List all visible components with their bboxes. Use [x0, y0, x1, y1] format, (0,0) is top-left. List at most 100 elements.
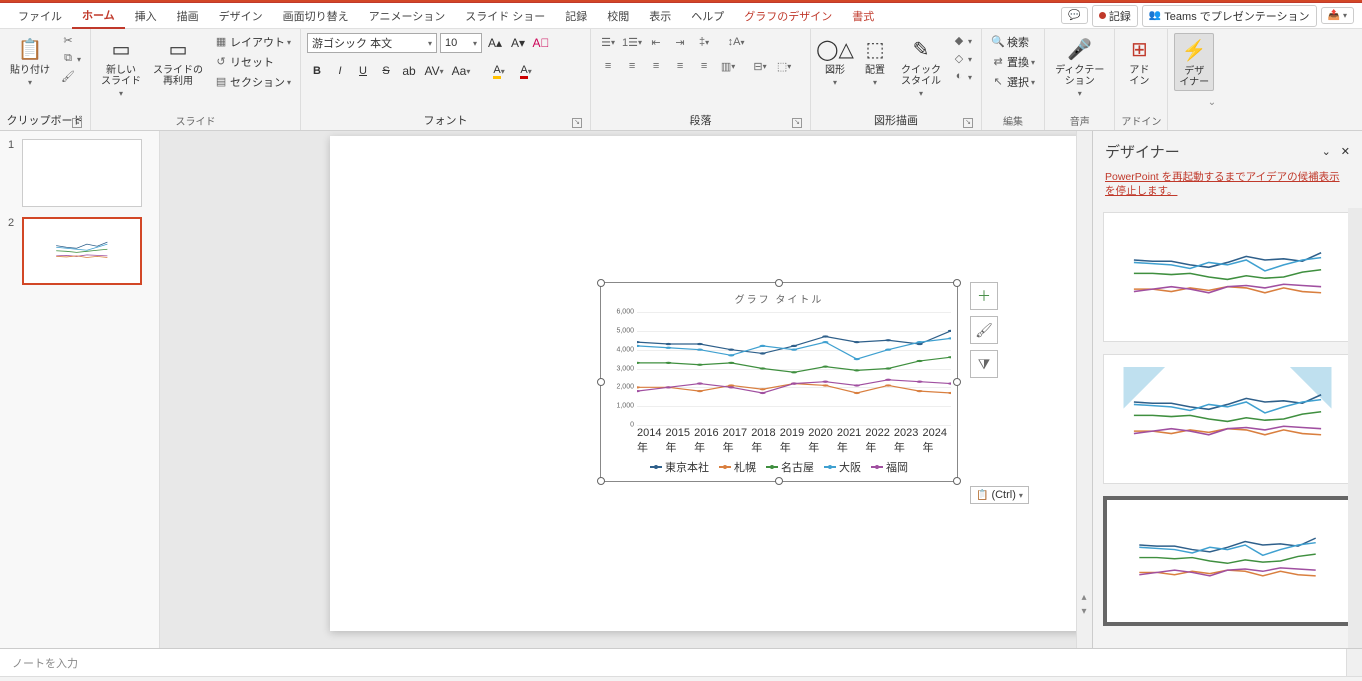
resize-handle[interactable]: [597, 279, 605, 287]
replace-button[interactable]: ⇄置換▾: [988, 53, 1038, 71]
tab-draw[interactable]: 描画: [167, 4, 209, 28]
char-spacing-button[interactable]: AV▾: [422, 61, 446, 81]
resize-handle[interactable]: [953, 477, 961, 485]
indent-dec-button[interactable]: ⇤: [645, 33, 667, 51]
numbering-button[interactable]: 1☰▾: [621, 33, 643, 51]
slide[interactable]: グラフ タイトル 01,0002,0003,0004,0005,0006,000…: [330, 136, 1092, 631]
notes-scrollbar[interactable]: [1346, 649, 1362, 676]
change-case-button[interactable]: Aa▾: [449, 61, 473, 81]
tab-animation[interactable]: アニメーション: [359, 4, 456, 28]
find-button[interactable]: 🔍検索: [988, 33, 1038, 51]
dialog-launcher-icon[interactable]: ↘: [963, 118, 973, 128]
paste-options-button[interactable]: 📋 (Ctrl) ▾: [970, 486, 1029, 504]
distribute-button[interactable]: ≡: [693, 57, 715, 75]
align-text-button[interactable]: ⊟▾: [749, 57, 771, 75]
dictate-button[interactable]: 🎤ディクテー ション▾: [1051, 33, 1108, 100]
smartart-button[interactable]: ⬚▾: [773, 57, 795, 75]
bold-button[interactable]: B: [307, 61, 327, 81]
tab-insert[interactable]: 挿入: [125, 4, 167, 28]
strike-button[interactable]: S: [376, 61, 396, 81]
shape-outline-button[interactable]: ◇▾: [949, 51, 975, 67]
slide-thumb-1[interactable]: [22, 139, 142, 207]
indent-inc-button[interactable]: ⇥: [669, 33, 691, 51]
tab-review[interactable]: 校閲: [597, 4, 639, 28]
chart-elements-button[interactable]: ＋: [970, 282, 998, 310]
tab-home[interactable]: ホーム: [72, 3, 125, 29]
columns-button[interactable]: ▥▾: [717, 57, 739, 75]
record-button[interactable]: 記録: [1092, 5, 1138, 27]
chart-title[interactable]: グラフ タイトル: [607, 289, 951, 308]
shadow-button[interactable]: ab: [399, 61, 419, 81]
designer-scrollbar[interactable]: [1348, 208, 1362, 648]
prev-slide-button[interactable]: ▴: [1078, 592, 1090, 604]
share-button[interactable]: 📤 ▾: [1321, 7, 1354, 24]
tab-transition[interactable]: 画面切り替え: [273, 4, 359, 28]
designer-restart-link[interactable]: PowerPoint を再起動するまでアイデアの候補表示を停止します。: [1093, 168, 1362, 208]
resize-handle[interactable]: [597, 477, 605, 485]
tab-record[interactable]: 記録: [555, 4, 597, 28]
comments-button[interactable]: 💬: [1061, 7, 1087, 24]
cut-button[interactable]: ✂: [58, 33, 84, 49]
clear-format-button[interactable]: A⃠: [531, 33, 551, 53]
addins-button[interactable]: ⊞アド イン: [1121, 33, 1157, 89]
increase-font-button[interactable]: A▴: [485, 33, 505, 53]
section-button[interactable]: ▤セクション▾: [211, 73, 294, 91]
font-color-button[interactable]: A▾: [514, 61, 538, 81]
reset-button[interactable]: ↺リセット: [211, 53, 294, 71]
teams-present-button[interactable]: 👥 Teams でプレゼンテーション: [1142, 5, 1317, 27]
font-name-combo[interactable]: 游ゴシック 本文▾: [307, 33, 437, 53]
design-suggestion-1[interactable]: [1103, 212, 1352, 342]
chart-filter-button[interactable]: ⧩: [970, 350, 998, 378]
paste-button[interactable]: 📋 貼り付け ▾: [6, 33, 54, 89]
resize-handle[interactable]: [597, 378, 605, 386]
resize-handle[interactable]: [775, 279, 783, 287]
resize-handle[interactable]: [775, 477, 783, 485]
italic-button[interactable]: I: [330, 61, 350, 81]
collapse-ribbon-icon[interactable]: ⌄: [1208, 97, 1216, 108]
copy-button[interactable]: ⧉▾: [58, 51, 84, 67]
quick-styles-button[interactable]: ✎クイック スタイル▾: [897, 33, 945, 100]
dialog-launcher-icon[interactable]: ↘: [72, 118, 82, 128]
tab-view[interactable]: 表示: [639, 4, 681, 28]
tab-design[interactable]: デザイン: [209, 4, 273, 28]
vertical-scrollbar[interactable]: [1076, 131, 1092, 648]
tab-chart-design[interactable]: グラフのデザイン: [734, 4, 842, 28]
bullets-button[interactable]: ☰▾: [597, 33, 619, 51]
select-button[interactable]: ↖選択▾: [988, 73, 1038, 91]
justify-button[interactable]: ≡: [669, 57, 691, 75]
tab-slideshow[interactable]: スライド ショー: [455, 4, 555, 28]
highlight-button[interactable]: A▾: [487, 61, 511, 81]
slide-thumb-2[interactable]: [22, 217, 142, 285]
dialog-launcher-icon[interactable]: ↘: [572, 118, 582, 128]
design-suggestion-2[interactable]: [1103, 354, 1352, 484]
decrease-font-button[interactable]: A▾: [508, 33, 528, 53]
chart-object[interactable]: グラフ タイトル 01,0002,0003,0004,0005,0006,000…: [600, 282, 958, 482]
chevron-down-icon[interactable]: ⌄: [1322, 145, 1331, 158]
design-suggestion-3[interactable]: [1103, 496, 1352, 626]
arrange-button[interactable]: ⬚配置▾: [857, 33, 893, 89]
notes-placeholder[interactable]: ノートを入力: [0, 649, 1362, 677]
next-slide-button[interactable]: ▾: [1078, 606, 1090, 618]
align-center-button[interactable]: ≡: [621, 57, 643, 75]
font-size-combo[interactable]: 10▾: [440, 33, 482, 53]
reuse-slides-button[interactable]: ▭スライドの 再利用: [149, 33, 207, 89]
resize-handle[interactable]: [953, 378, 961, 386]
shape-fill-button[interactable]: ◆▾: [949, 33, 975, 49]
chart-styles-button[interactable]: 🖌: [970, 316, 998, 344]
tab-format[interactable]: 書式: [842, 4, 884, 28]
line-spacing-button[interactable]: ‡▾: [693, 33, 715, 51]
resize-handle[interactable]: [953, 279, 961, 287]
dialog-launcher-icon[interactable]: ↘: [792, 118, 802, 128]
new-slide-button[interactable]: ▭新しい スライド▾: [97, 33, 145, 100]
text-direction-button[interactable]: ↕A▾: [725, 33, 747, 51]
shape-effects-button[interactable]: ◐▾: [949, 69, 975, 85]
format-painter-button[interactable]: 🖌: [58, 69, 84, 85]
align-left-button[interactable]: ≡: [597, 57, 619, 75]
underline-button[interactable]: U: [353, 61, 373, 81]
designer-button[interactable]: ⚡デザ イナー: [1174, 33, 1214, 91]
tab-file[interactable]: ファイル: [8, 4, 72, 28]
align-right-button[interactable]: ≡: [645, 57, 667, 75]
tab-help[interactable]: ヘルプ: [681, 4, 734, 28]
layout-button[interactable]: ▦レイアウト▾: [211, 33, 294, 51]
shapes-button[interactable]: ◯△図形▾: [817, 33, 853, 89]
